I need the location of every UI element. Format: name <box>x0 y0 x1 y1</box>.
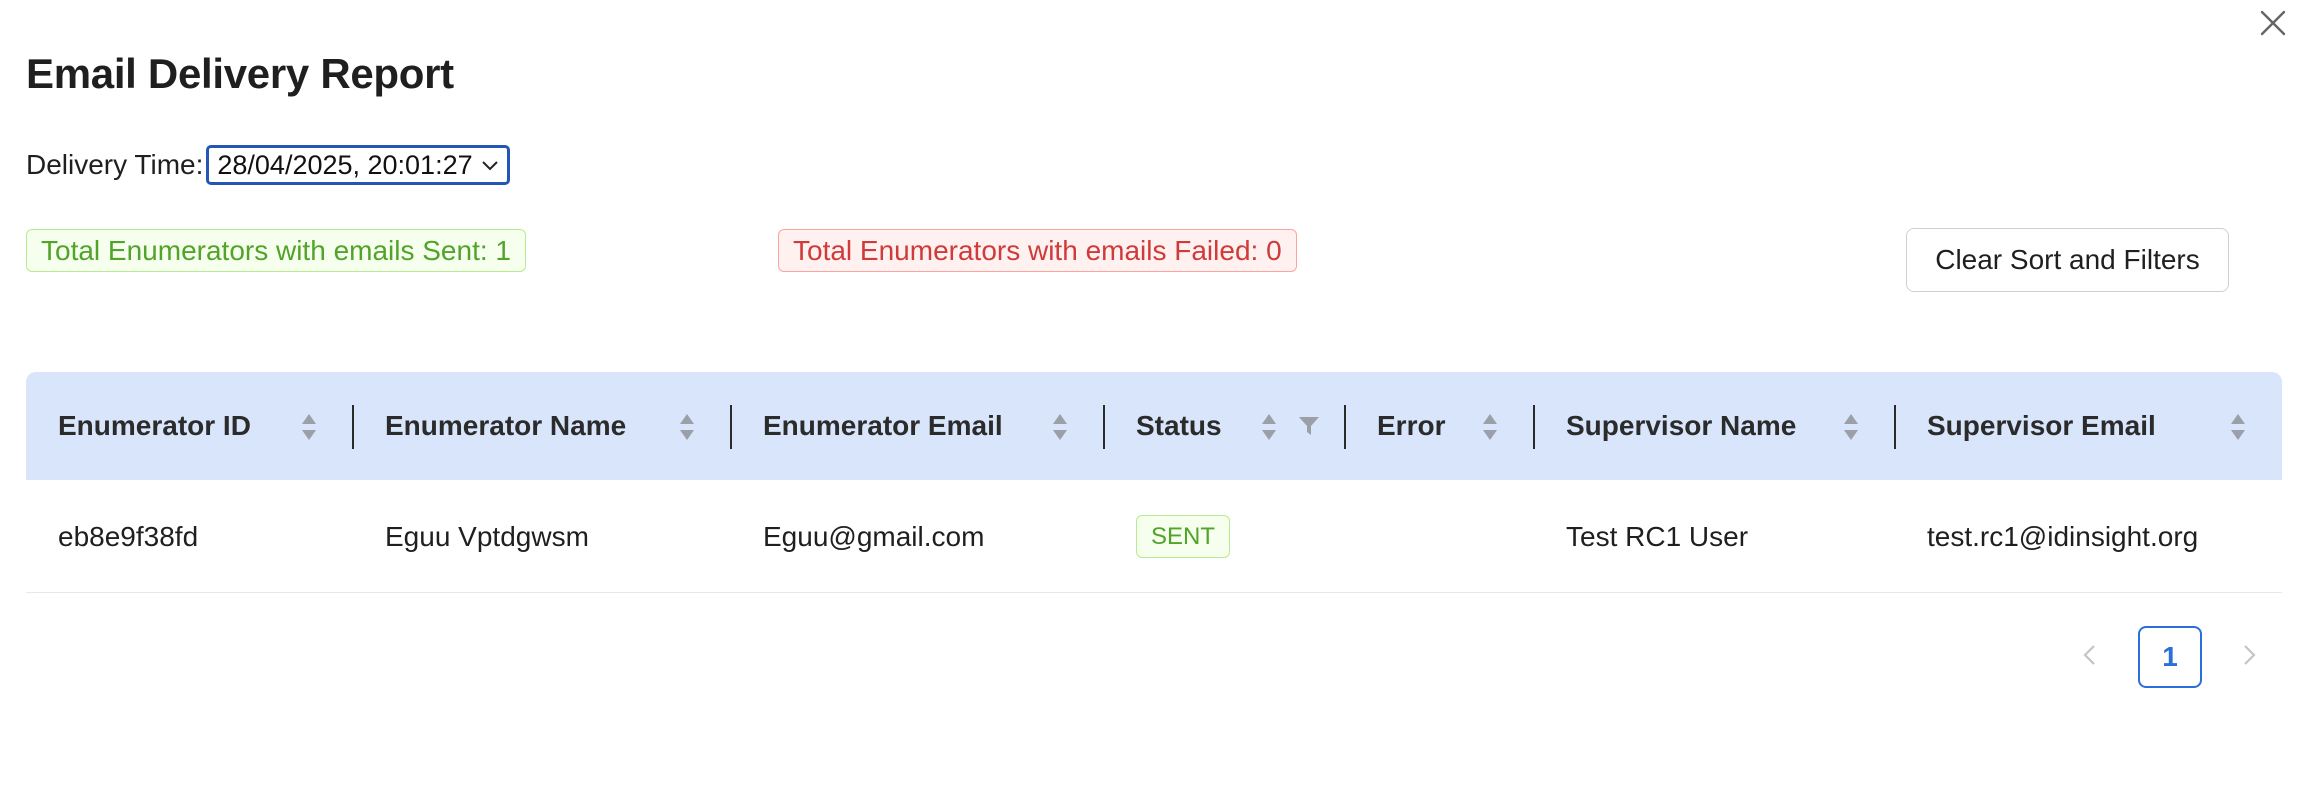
table-header: Enumerator ID Enumerator Name Enumerator… <box>26 372 2282 480</box>
column-header-enumerator-email[interactable]: Enumerator Email <box>731 372 1105 480</box>
delivery-time-row: Delivery Time: 28/04/2025, 20:01:27 <box>26 145 510 185</box>
filter-icon[interactable] <box>1298 415 1320 437</box>
clear-sort-filters-button[interactable]: Clear Sort and Filters <box>1906 228 2229 292</box>
sort-icon[interactable] <box>2229 411 2247 443</box>
sort-icon[interactable] <box>1051 411 1069 443</box>
cell-error <box>1345 480 1377 593</box>
chevron-left-icon[interactable] <box>2075 640 2105 670</box>
cell-enumerator-name: Eguu Vptdgwsm <box>385 520 589 552</box>
column-header-enumerator-name[interactable]: Enumerator Name <box>353 372 731 480</box>
sort-icon[interactable] <box>1260 411 1278 443</box>
sort-icon[interactable] <box>678 411 696 443</box>
column-header-error[interactable]: Error <box>1345 372 1534 480</box>
close-icon[interactable] <box>2258 8 2288 38</box>
cell-supervisor-name: Test RC1 User <box>1566 520 1749 552</box>
column-header-supervisor-name[interactable]: Supervisor Name <box>1534 372 1895 480</box>
cell-enumerator-email: Eguu@gmail.com <box>763 520 985 552</box>
table-row: eb8e9f38fd Eguu Vptdgwsm Eguu@gmail.com … <box>26 480 2282 593</box>
email-delivery-report-modal: Email Delivery Report Delivery Time: 28/… <box>0 0 2302 786</box>
column-header-supervisor-email[interactable]: Supervisor Email <box>1895 372 2282 480</box>
pagination-page-1[interactable]: 1 <box>2138 626 2202 688</box>
delivery-time-select[interactable]: 28/04/2025, 20:01:27 <box>206 145 510 185</box>
sort-icon[interactable] <box>300 411 318 443</box>
cell-enumerator-id: eb8e9f38fd <box>58 520 199 552</box>
cell-supervisor-email: test.rc1@idinsight.org <box>1927 520 2199 552</box>
status-badge: SENT <box>1136 515 1231 558</box>
sent-summary-badge: Total Enumerators with emails Sent: 1 <box>26 229 526 272</box>
delivery-time-label: Delivery Time: <box>26 149 204 180</box>
delivery-time-value: 28/04/2025, 20:01:27 <box>217 150 473 180</box>
sort-icon[interactable] <box>1481 411 1499 443</box>
failed-summary-badge: Total Enumerators with emails Failed: 0 <box>778 229 1297 272</box>
chevron-right-icon[interactable] <box>2234 640 2264 670</box>
cell-status: SENT <box>1104 480 1231 593</box>
sort-icon[interactable] <box>1842 411 1860 443</box>
delivery-table: Enumerator ID Enumerator Name Enumerator… <box>26 372 2282 593</box>
page-title: Email Delivery Report <box>26 50 454 97</box>
chevron-down-icon <box>481 161 498 171</box>
